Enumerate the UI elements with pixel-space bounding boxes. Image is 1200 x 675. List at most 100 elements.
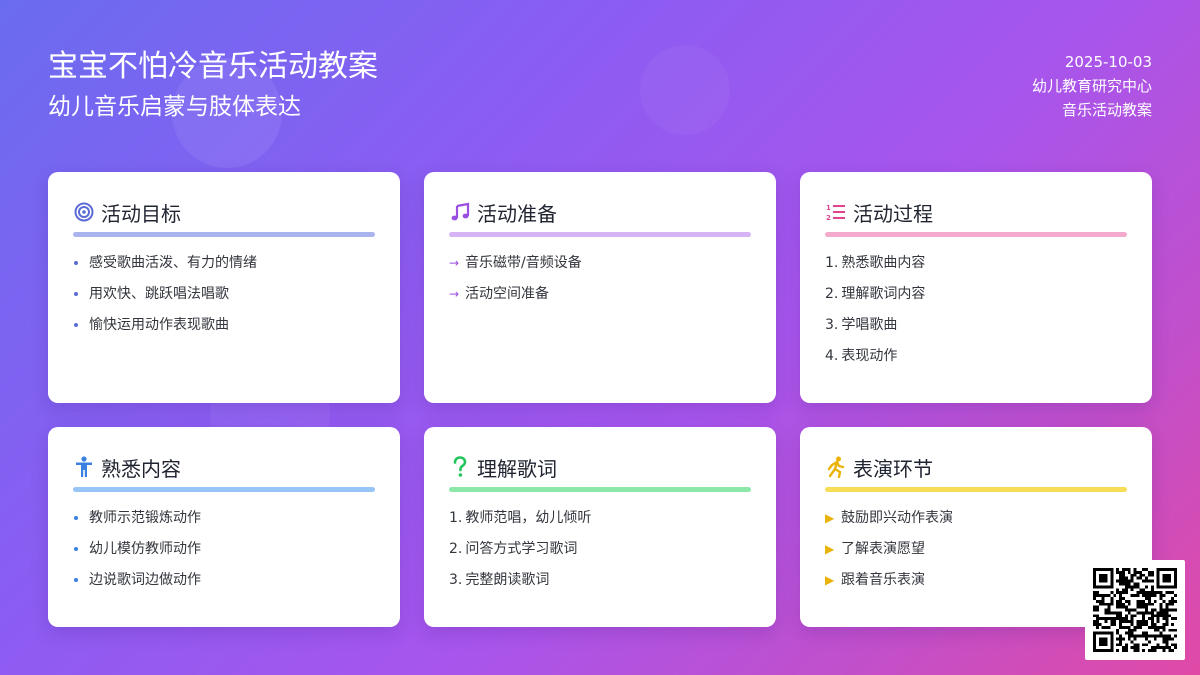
card-activity-process: 1 2 活动过程 1. 熟悉歌曲内容 2. 理解歌词内容 3. 学唱歌曲 4. 表现动作 [800,172,1152,403]
music-note-icon [449,201,471,223]
svg-text:2: 2 [826,214,831,222]
list-item: ▶ 鼓励即兴动作表演 [825,508,1127,528]
list-item-text: 学唱歌曲 [841,317,898,333]
qr-code-icon [1093,568,1177,652]
list-number: 4. [825,348,839,364]
card-title: 表演环节 [853,456,933,481]
card-understand-lyrics: 理解歌词 1. 教师范唱，幼儿倾听 2. 问答方式学习歌词 3. 完整朗读歌词 [424,427,776,627]
list-item: 幼儿模仿教师动作 [73,539,375,559]
play-triangle-icon: ▶ [825,573,835,587]
card-title: 熟悉内容 [101,456,181,481]
list-item-text: 了解表演愿望 [841,541,925,557]
list-number: 1. [825,255,839,271]
list-number: 2. [449,541,463,557]
bullet-dot [74,578,78,582]
bullet-dot [74,292,78,296]
list-item-text: 边说歌词边做动作 [89,572,201,588]
organization-name: 幼儿教育研究中心 [1031,77,1152,95]
arrow-icon: → [449,287,460,301]
card-activity-goals: 活动目标 感受歌曲活泼、有力的情绪 用欢快、跳跃唱法唱歌 愉快运用动作表现歌曲 [48,172,400,403]
card-header: 1 2 活动过程 [825,198,1127,226]
list-item: 愉快运用动作表现歌曲 [73,315,375,335]
card-list: 1. 教师范唱，幼儿倾听 2. 问答方式学习歌词 3. 完整朗读歌词 [449,508,751,590]
list-item: ▶ 了解表演愿望 [825,539,1127,559]
list-number: 1. [449,510,463,526]
list-item-text: 完整朗读歌词 [465,572,550,588]
card-header: 表演环节 [825,453,1127,481]
list-item: → 活动空间准备 [449,284,751,304]
list-item: 用欢快、跳跃唱法唱歌 [73,284,375,304]
list-item-text: 理解歌词内容 [841,286,926,302]
page-subtitle: 幼儿音乐启蒙与肢体表达 [48,94,301,120]
svg-text:1: 1 [826,204,831,212]
list-item-text: 感受歌曲活泼、有力的情绪 [89,255,257,271]
card-list: → 音乐磁带/音频设备 → 活动空间准备 [449,253,751,304]
list-item-text: 幼儿模仿教师动作 [89,541,201,557]
card-header: 活动准备 [449,198,751,226]
list-item: 1. 熟悉歌曲内容 [825,253,1127,273]
list-item: ▶ 跟着音乐表演 [825,570,1127,590]
list-number: 3. [449,572,463,588]
document-meta: 2025-10-03 幼儿教育研究中心 音乐活动教案 [1032,50,1152,122]
play-triangle-icon: ▶ [825,542,835,556]
arrow-icon: → [449,256,460,270]
list-item-text: 教师示范锻炼动作 [89,510,201,526]
list-item-text: 熟悉歌曲内容 [841,255,926,271]
card-header: 理解歌词 [449,453,751,481]
bullet-dot [74,323,78,327]
list-item-text: 教师范唱，幼儿倾听 [465,510,592,526]
background-circle [640,45,730,135]
card-header: 活动目标 [73,198,375,226]
list-item: 4. 表现动作 [825,346,1127,366]
card-activity-preparation: 活动准备 → 音乐磁带/音频设备 → 活动空间准备 [424,172,776,403]
list-item: 3. 学唱歌曲 [825,315,1127,335]
document-type: 音乐活动教案 [1061,101,1152,119]
document-date: 2025-10-03 [1064,53,1152,71]
list-item-text: 活动空间准备 [465,286,549,302]
list-item-text: 问答方式学习歌词 [465,541,578,557]
card-familiarize-content: 熟悉内容 教师示范锻炼动作 幼儿模仿教师动作 边说歌词边做动作 [48,427,400,627]
card-accent-bar [73,232,375,237]
bullet-dot [74,547,78,551]
list-item-text: 跟着音乐表演 [841,572,925,588]
card-header: 熟悉内容 [73,453,375,481]
list-item-text: 表现动作 [841,348,898,364]
card-title: 活动过程 [853,201,933,226]
list-number: 3. [825,317,839,333]
card-title: 理解歌词 [477,456,557,481]
list-item: 3. 完整朗读歌词 [449,570,751,590]
list-item-text: 鼓励即兴动作表演 [841,510,953,526]
list-item-text: 用欢快、跳跃唱法唱歌 [89,286,229,302]
target-icon [73,201,95,223]
bullet-dot [74,516,78,520]
card-list: ▶ 鼓励即兴动作表演 ▶ 了解表演愿望 ▶ 跟着音乐表演 [825,508,1127,590]
list-item-text: 愉快运用动作表现歌曲 [89,317,229,333]
question-icon [449,456,471,478]
child-icon [73,456,95,478]
card-list: 感受歌曲活泼、有力的情绪 用欢快、跳跃唱法唱歌 愉快运用动作表现歌曲 [73,253,375,335]
list-number: 2. [825,286,839,302]
card-accent-bar [825,232,1127,237]
list-item: 2. 理解歌词内容 [825,284,1127,304]
running-person-icon [825,456,847,478]
bullet-dot [74,261,78,265]
numbered-list-icon: 1 2 [825,201,847,223]
card-title: 活动目标 [101,201,181,226]
card-accent-bar [449,232,751,237]
card-list: 1. 熟悉歌曲内容 2. 理解歌词内容 3. 学唱歌曲 4. 表现动作 [825,253,1127,366]
card-accent-bar [449,487,751,492]
page-title: 宝宝不怕冷音乐活动教案 [48,49,378,84]
list-item: 教师示范锻炼动作 [73,508,375,528]
list-item: → 音乐磁带/音频设备 [449,253,751,273]
play-triangle-icon: ▶ [825,511,835,525]
list-item: 边说歌词边做动作 [73,570,375,590]
card-list: 教师示范锻炼动作 幼儿模仿教师动作 边说歌词边做动作 [73,508,375,590]
list-item: 感受歌曲活泼、有力的情绪 [73,253,375,273]
list-item: 2. 问答方式学习歌词 [449,539,751,559]
qr-code [1085,560,1185,660]
card-accent-bar [73,487,375,492]
card-title: 活动准备 [477,201,557,226]
list-item: 1. 教师范唱，幼儿倾听 [449,508,751,528]
card-accent-bar [825,487,1127,492]
list-item-text: 音乐磁带/音频设备 [465,255,582,271]
